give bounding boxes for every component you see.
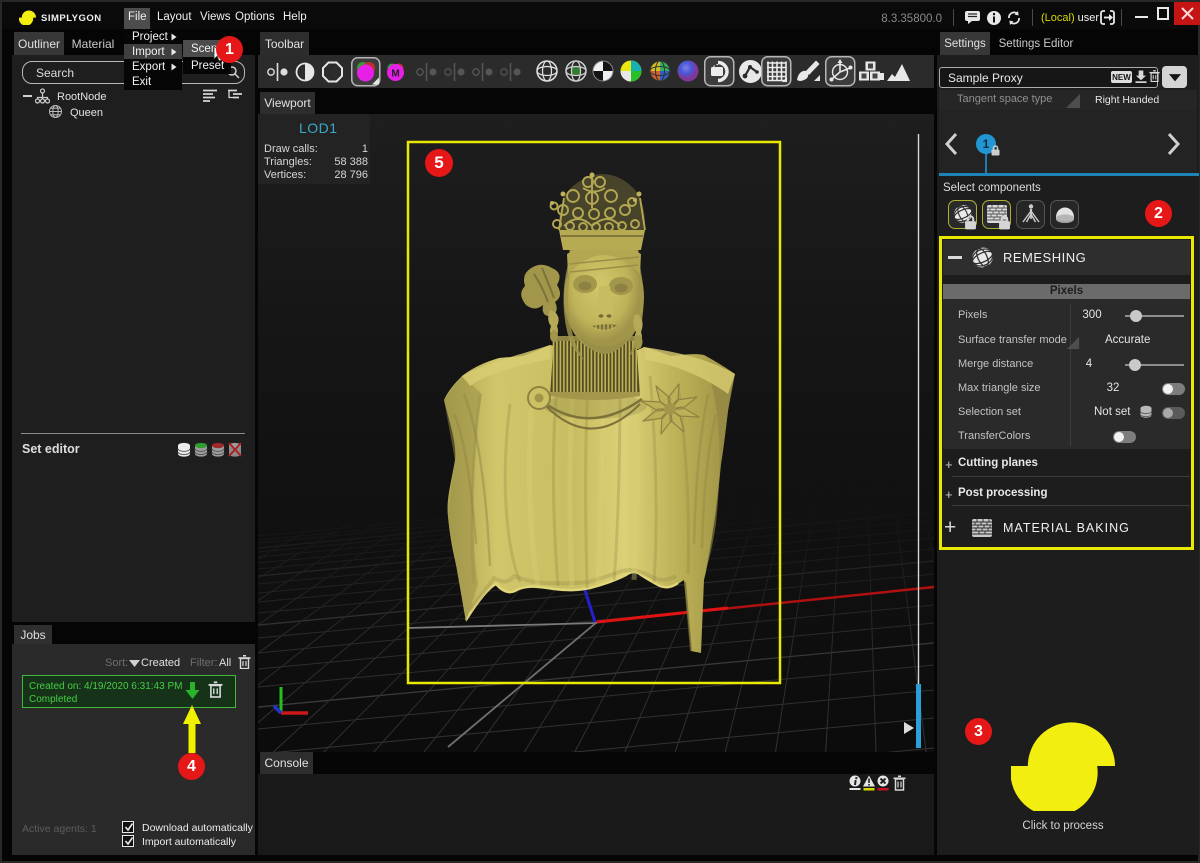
svg-text:M: M [391, 69, 399, 80]
